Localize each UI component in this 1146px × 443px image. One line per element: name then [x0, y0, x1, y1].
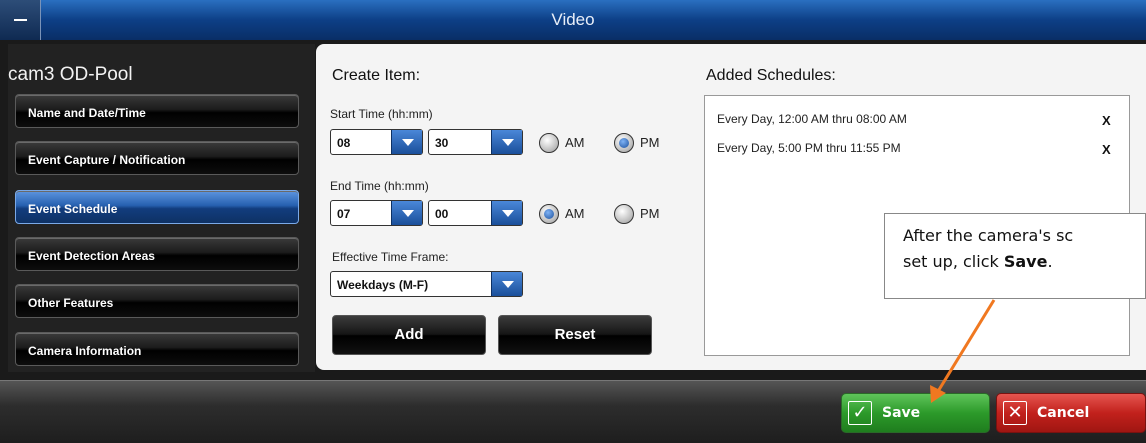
end-am-label: AM: [565, 206, 585, 221]
save-button[interactable]: ✓ Save: [841, 393, 990, 433]
end-minute-value: 00: [435, 207, 449, 221]
end-hour-select[interactable]: 07: [330, 200, 423, 226]
remove-schedule-button[interactable]: X: [1102, 142, 1111, 157]
chevron-down-icon: [491, 272, 522, 296]
sidebar-item-name-date-time[interactable]: Name and Date/Time: [15, 94, 299, 128]
close-icon: ✕: [1003, 401, 1027, 425]
list-item: Every Day, 5:00 PM thru 11:55 PM X: [717, 141, 1117, 157]
end-time-label: End Time (hh:mm): [330, 179, 429, 193]
callout-line-1: After the camera's sc: [903, 226, 1074, 245]
end-am-radio[interactable]: [539, 204, 559, 224]
sidebar-item-event-schedule[interactable]: Event Schedule: [15, 190, 299, 224]
start-hour-value: 08: [337, 136, 351, 150]
list-item: Every Day, 12:00 AM thru 08:00 AM X: [717, 112, 1117, 128]
chevron-down-icon: [391, 201, 422, 225]
title-bar: Video: [0, 0, 1146, 41]
time-frame-select[interactable]: Weekdays (M-F): [330, 271, 523, 297]
end-hour-value: 07: [337, 207, 351, 221]
end-pm-label: PM: [640, 206, 660, 221]
start-minute-select[interactable]: 30: [428, 129, 523, 155]
sidebar-item-camera-information[interactable]: Camera Information: [15, 332, 299, 366]
time-frame-label: Effective Time Frame:: [332, 250, 449, 264]
end-minute-select[interactable]: 00: [428, 200, 523, 226]
start-hour-select[interactable]: 08: [330, 129, 423, 155]
start-am-label: AM: [565, 135, 585, 150]
chevron-down-icon: [491, 201, 522, 225]
callout-suffix: .: [1047, 252, 1053, 271]
start-pm-label: PM: [640, 135, 660, 150]
chevron-down-icon: [491, 130, 522, 154]
sidebar-item-event-detection-areas[interactable]: Event Detection Areas: [15, 237, 299, 271]
cancel-label: Cancel: [1037, 405, 1090, 421]
reset-button[interactable]: Reset: [498, 315, 652, 355]
schedule-text: Every Day, 5:00 PM thru 11:55 PM: [717, 141, 901, 155]
time-frame-value: Weekdays (M-F): [337, 278, 429, 292]
start-pm-radio[interactable]: [614, 133, 634, 153]
add-button[interactable]: Add: [332, 315, 486, 355]
start-time-label: Start Time (hh:mm): [330, 107, 433, 121]
checkmark-icon: ✓: [848, 401, 872, 425]
remove-schedule-button[interactable]: X: [1102, 113, 1111, 128]
window-title: Video: [551, 10, 595, 29]
start-minute-value: 30: [435, 136, 449, 150]
callout-line-2: set up, click Save.: [903, 249, 1145, 275]
camera-name: cam3 OD-Pool: [8, 64, 133, 85]
start-am-radio[interactable]: [539, 133, 559, 153]
sidebar-item-other-features[interactable]: Other Features: [15, 284, 299, 318]
schedule-text: Every Day, 12:00 AM thru 08:00 AM: [717, 112, 907, 126]
annotation-callout: After the camera's sc set up, click Save…: [884, 213, 1146, 299]
added-schedules-heading: Added Schedules:: [706, 67, 836, 84]
create-item-heading: Create Item:: [332, 67, 421, 84]
callout-text: set up, click: [903, 252, 1004, 271]
callout-bold-text: Save: [1003, 252, 1048, 271]
cancel-button[interactable]: ✕ Cancel: [996, 393, 1146, 433]
end-pm-radio[interactable]: [614, 204, 634, 224]
sidebar-item-event-capture[interactable]: Event Capture / Notification: [15, 141, 299, 175]
save-label: Save: [882, 405, 921, 421]
chevron-down-icon: [391, 130, 422, 154]
